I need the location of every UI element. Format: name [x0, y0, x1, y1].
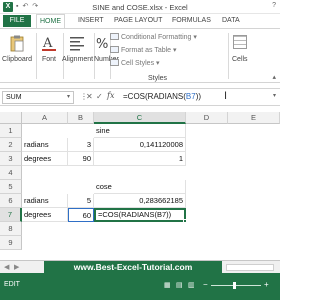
tab-page-layout[interactable]: PAGE LAYOUT	[114, 16, 162, 26]
fill-handle[interactable]	[183, 219, 187, 223]
cell-styles-icon	[110, 59, 119, 66]
format-table-icon	[110, 46, 119, 53]
cell-b7[interactable]: 60	[68, 208, 94, 222]
cell-c2[interactable]: 0,141120008	[94, 138, 186, 152]
tab-formulas[interactable]: FORMULAS	[172, 16, 211, 26]
zoom-slider-track[interactable]	[211, 285, 261, 286]
cell-c5[interactable]: cose	[94, 180, 186, 194]
status-bar: EDIT ▦ ▤ ▥ − +	[0, 273, 280, 300]
paste-icon	[10, 35, 24, 52]
cell-c1[interactable]: sine	[94, 124, 186, 138]
prev-sheet-icon[interactable]: ◀	[4, 263, 9, 271]
column-header-a[interactable]: A	[22, 112, 68, 124]
worksheet-grid[interactable]: A B C D E 1 2 3 4 5 6 7 8 9 sine radians…	[0, 112, 280, 260]
row-header-1[interactable]: 1	[0, 124, 22, 138]
row-header-3[interactable]: 3	[0, 152, 22, 166]
zoom-in-button[interactable]: +	[264, 280, 269, 289]
formula-input[interactable]: =COS(RADIANS(B7))	[123, 91, 201, 103]
row-header-6[interactable]: 6	[0, 194, 22, 208]
cell-a6[interactable]: radians	[22, 194, 68, 208]
tab-home[interactable]: HOME	[36, 14, 65, 29]
collapse-ribbon-icon[interactable]: ▴	[272, 73, 276, 81]
cell-b6[interactable]: 5	[68, 194, 94, 208]
cell-b3[interactable]: 90	[68, 152, 94, 166]
select-all-button[interactable]	[0, 112, 22, 124]
group-divider	[228, 33, 229, 79]
clipboard-label: Clipboard	[2, 56, 32, 63]
page-break-view-icon[interactable]: ▥	[188, 281, 195, 289]
row-header-2[interactable]: 2	[0, 138, 22, 152]
formula-bar: SUM ▾ ⋮ ✕ ✓ fx =COS(RADIANS(B7)) I ▾	[0, 88, 280, 106]
svg-text:A: A	[42, 36, 53, 51]
enter-icon[interactable]: ✓	[96, 92, 103, 101]
number-group[interactable]: % Number	[94, 31, 119, 81]
column-header-e[interactable]: E	[228, 112, 280, 124]
align-icon	[70, 37, 84, 51]
tab-file[interactable]: FILE	[3, 15, 31, 27]
alignment-group[interactable]: Alignment	[62, 31, 94, 81]
chevron-down-icon: ▾	[193, 34, 197, 41]
next-sheet-icon[interactable]: ▶	[14, 263, 19, 271]
insert-function-button[interactable]: fx	[107, 91, 114, 100]
font-icon: A	[42, 36, 56, 51]
zoom-out-button[interactable]: −	[203, 280, 208, 289]
chevron-down-icon[interactable]: ▾	[67, 92, 70, 103]
cells-icon[interactable]	[233, 35, 247, 49]
ribbon-tabs: FILE HOME INSERT PAGE LAYOUT FORMULAS DA…	[0, 14, 280, 29]
page-layout-view-icon[interactable]: ▤	[176, 281, 183, 289]
cell-c3[interactable]: 1	[94, 152, 186, 166]
row-header-4[interactable]: 4	[0, 166, 22, 180]
cell-a3[interactable]: degrees	[22, 152, 68, 166]
svg-text:%: %	[96, 37, 108, 52]
column-header-c[interactable]: C	[94, 112, 186, 124]
ribbon: Clipboard A Font Alignment % Number Cond…	[0, 28, 280, 83]
cancel-icon[interactable]: ✕	[86, 92, 93, 101]
font-label: Font	[41, 56, 56, 63]
tab-data[interactable]: DATA	[222, 16, 240, 26]
cells-label: Cells	[232, 56, 248, 63]
chevron-down-icon: ▾	[173, 47, 177, 54]
chevron-down-icon: ▾	[156, 60, 160, 67]
column-header-d[interactable]: D	[186, 112, 228, 124]
name-box[interactable]: SUM ▾	[2, 91, 74, 104]
zoom-slider-thumb[interactable]	[233, 282, 236, 289]
number-label: Number	[94, 56, 119, 63]
sheet-tab-bar: ◀ ▶ www.Best-Excel-Tutorial.com	[0, 260, 280, 274]
cell-c6[interactable]: 0,283662185	[94, 194, 186, 208]
format-as-table-button[interactable]: Format as Table ▾	[110, 46, 177, 54]
window-title: SINE and COSE.xlsx - Excel	[92, 3, 188, 12]
clipboard-group[interactable]: Clipboard	[0, 31, 34, 81]
cell-a2[interactable]: radians	[22, 138, 68, 152]
conditional-formatting-icon	[110, 33, 119, 40]
alignment-label: Alignment	[62, 56, 94, 63]
styles-label: Styles	[148, 75, 168, 82]
row-header-8[interactable]: 8	[0, 222, 22, 236]
text-cursor-icon: I	[224, 90, 228, 102]
cell-b2[interactable]: 3	[68, 138, 94, 152]
title-bar: X ▪ ↶ ↷ SINE and COSE.xlsx - Excel ?	[0, 0, 280, 14]
expand-formula-bar-icon[interactable]: ▾	[273, 92, 276, 99]
horizontal-scrollbar[interactable]	[226, 264, 274, 271]
row-header-5[interactable]: 5	[0, 180, 22, 194]
row-header-9[interactable]: 9	[0, 236, 22, 250]
normal-view-icon[interactable]: ▦	[164, 281, 171, 289]
font-group[interactable]: A Font	[37, 31, 61, 81]
row-header-7[interactable]: 7	[0, 208, 22, 222]
tab-insert[interactable]: INSERT	[78, 16, 104, 26]
conditional-formatting-button[interactable]: Conditional Formatting ▾	[110, 33, 197, 41]
column-header-b[interactable]: B	[68, 112, 94, 124]
cell-a7[interactable]: degrees	[22, 208, 68, 222]
percent-icon: %	[96, 37, 108, 52]
cell-c7-editing[interactable]: =COS(RADIANS(B7))	[94, 208, 186, 222]
help-button[interactable]: ?	[272, 2, 276, 9]
cell-styles-button[interactable]: Cell Styles ▾	[110, 59, 160, 67]
status-mode: EDIT	[4, 281, 20, 288]
